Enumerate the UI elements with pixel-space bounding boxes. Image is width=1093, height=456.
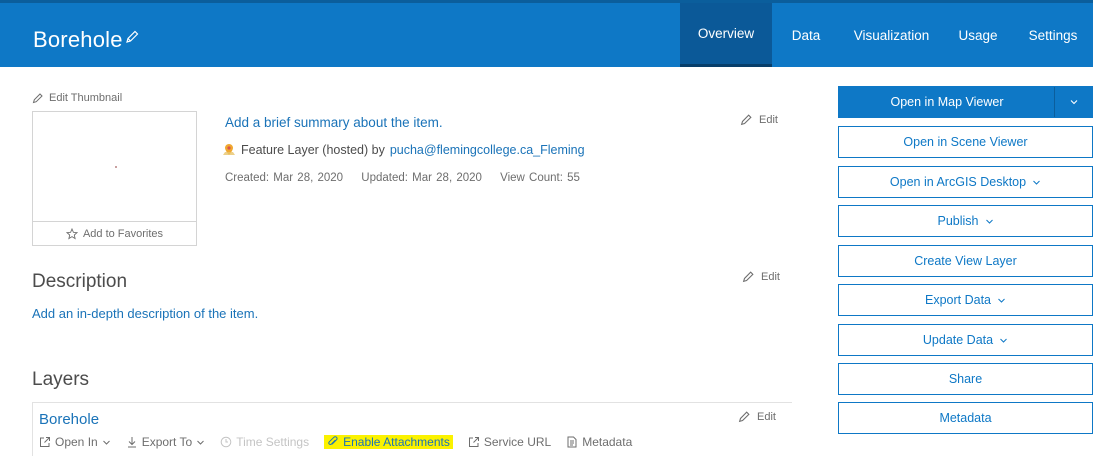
tab-settings[interactable]: Settings	[1013, 3, 1093, 67]
open-in-dropdown[interactable]: Open In	[39, 435, 111, 449]
download-icon	[126, 436, 138, 448]
chevron-down-icon	[196, 438, 205, 447]
publish-button[interactable]: Publish	[838, 205, 1093, 237]
item-owner-link[interactable]: pucha@flemingcollege.ca_Fleming	[390, 143, 585, 157]
created-date: Created: Mar 28, 2020	[225, 172, 344, 184]
share-button[interactable]: Share	[838, 363, 1093, 395]
pencil-icon	[742, 270, 755, 283]
chevron-down-icon	[999, 336, 1008, 345]
publish-label: Publish	[937, 214, 979, 228]
metadata-button-label: Metadata	[939, 411, 992, 425]
pencil-icon	[740, 113, 753, 126]
share-label: Share	[948, 372, 983, 386]
edit-label: Edit	[757, 410, 776, 423]
open-in-label: Open In	[55, 435, 98, 449]
layer-card: Borehole Edit Open In Export To Time Set…	[32, 402, 792, 456]
service-url-button[interactable]: Service URL	[468, 435, 551, 449]
chevron-down-icon	[1069, 97, 1079, 107]
pencil-icon	[32, 92, 44, 104]
paperclip-icon	[327, 436, 339, 448]
create-view-layer-label: Create View Layer	[914, 254, 1017, 268]
open-in-scene-viewer-button[interactable]: Open in Scene Viewer	[838, 126, 1093, 158]
layer-metadata-button[interactable]: Metadata	[566, 435, 632, 449]
time-settings-label: Time Settings	[236, 435, 310, 449]
layers-heading: Layers	[32, 369, 90, 390]
add-to-favorites-label: Add to Favorites	[82, 227, 164, 240]
tab-visualization[interactable]: Visualization	[840, 3, 943, 67]
export-data-button[interactable]: Export Data	[838, 284, 1093, 316]
external-link-icon	[468, 436, 480, 448]
enable-attachments-highlight: Enable Attachments	[324, 435, 453, 449]
open-in-scene-viewer-label: Open in Scene Viewer	[903, 135, 1028, 149]
update-data-button[interactable]: Update Data	[838, 324, 1093, 356]
map-viewer-options-toggle[interactable]	[1054, 87, 1092, 117]
metadata-button[interactable]: Metadata	[838, 402, 1093, 434]
create-view-layer-button[interactable]: Create View Layer	[838, 245, 1093, 277]
item-type-line: Feature Layer (hosted) by pucha@flemingc…	[222, 143, 585, 157]
edit-label: Edit	[759, 113, 778, 126]
tab-data[interactable]: Data	[772, 3, 840, 67]
add-description-link[interactable]: Add an in-depth description of the item.	[32, 306, 258, 321]
view-count: View Count: 55	[500, 172, 580, 184]
item-thumbnail	[32, 111, 197, 221]
enable-attachments-label: Enable Attachments	[343, 435, 450, 449]
chevron-down-icon	[102, 438, 111, 447]
tab-usage[interactable]: Usage	[943, 3, 1013, 67]
star-icon	[65, 227, 78, 240]
feature-layer-icon	[222, 143, 236, 157]
layer-name-link[interactable]: Borehole	[39, 411, 99, 428]
external-link-icon	[39, 436, 51, 448]
add-to-favorites-button[interactable]: Add to Favorites	[32, 221, 197, 246]
open-in-arcgis-desktop-button[interactable]: Open in ArcGIS Desktop	[838, 166, 1093, 198]
open-in-arcgis-desktop-label: Open in ArcGIS Desktop	[889, 175, 1027, 189]
updated-date: Updated: Mar 28, 2020	[361, 172, 482, 184]
update-data-label: Update Data	[922, 333, 994, 347]
chevron-down-icon	[985, 217, 994, 226]
chevron-down-icon	[997, 296, 1006, 305]
edit-layer-link[interactable]: Edit	[738, 410, 776, 423]
layer-actions: Open In Export To Time Settings Enable A…	[39, 435, 647, 449]
edit-label: Edit	[761, 270, 780, 283]
edit-thumbnail-label: Edit Thumbnail	[49, 92, 123, 104]
pencil-icon	[738, 410, 751, 423]
item-tabs: Overview Data Visualization Usage Settin…	[680, 3, 1093, 67]
open-in-map-viewer-button[interactable]: Open in Map Viewer	[838, 86, 1093, 118]
tab-overview[interactable]: Overview	[680, 3, 772, 67]
document-icon	[566, 436, 578, 448]
edit-title-pencil-icon[interactable]	[124, 29, 140, 45]
add-summary-link[interactable]: Add a brief summary about the item.	[225, 115, 443, 130]
service-url-label: Service URL	[483, 435, 552, 449]
time-settings-button: Time Settings	[220, 435, 309, 449]
enable-attachments-button[interactable]: Enable Attachments	[324, 435, 453, 449]
edit-description-link[interactable]: Edit	[742, 270, 780, 283]
clock-icon	[220, 436, 232, 448]
export-data-label: Export Data	[924, 293, 991, 307]
edit-summary-link[interactable]: Edit	[740, 113, 778, 126]
item-title: Borehole	[33, 27, 123, 52]
open-in-map-viewer-label: Open in Map Viewer	[890, 95, 1004, 109]
export-to-label: Export To	[141, 435, 193, 449]
export-to-dropdown[interactable]: Export To	[126, 435, 205, 449]
edit-thumbnail-link[interactable]: Edit Thumbnail	[32, 92, 122, 104]
metadata-label: Metadata	[582, 435, 633, 449]
chevron-down-icon	[1032, 178, 1041, 187]
item-type-label: Feature Layer (hosted) by	[241, 143, 385, 157]
description-heading: Description	[32, 271, 128, 292]
item-header: Borehole Overview Data Visualization Usa…	[0, 0, 1093, 67]
item-meta: Created: Mar 28, 2020 Updated: Mar 28, 2…	[225, 172, 594, 184]
